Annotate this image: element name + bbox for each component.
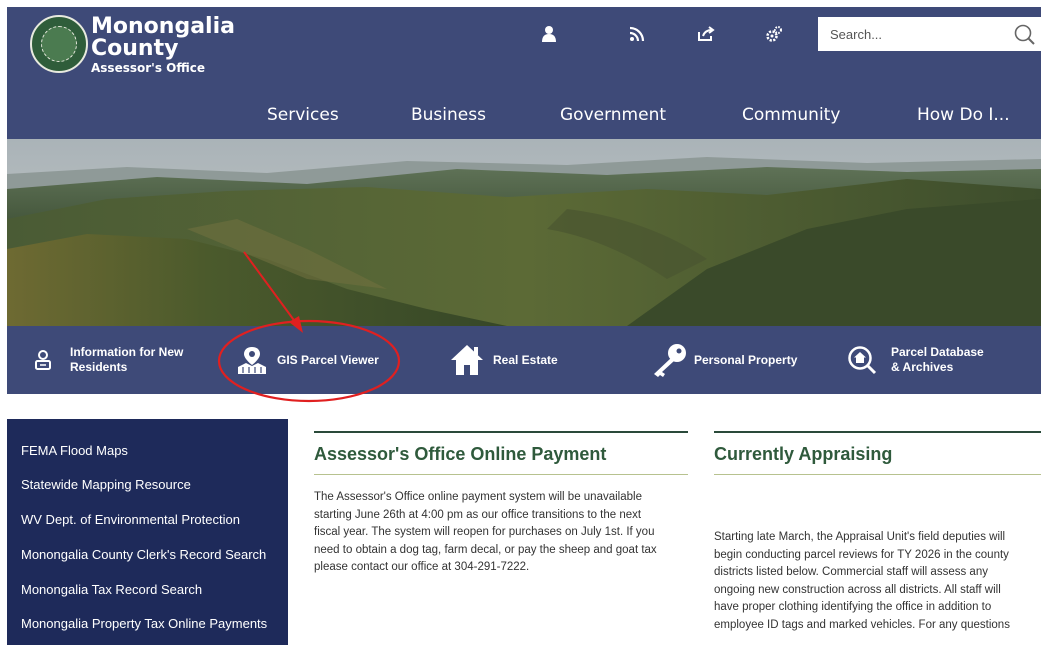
sidebar-item-clerk-record-search[interactable]: Monongalia County Clerk's Record Search (21, 547, 266, 563)
quicklink-new-residents-line2: Residents (70, 360, 128, 374)
article-online-payment-body: The Assessor's Office online payment sys… (314, 489, 694, 577)
county-seal-inner (41, 26, 77, 62)
payment-line-5: please contact our office at 304-291-722… (314, 561, 530, 573)
county-seal-logo[interactable] (30, 15, 88, 73)
appraising-line-3: districts listed below. Commercial staff… (714, 566, 988, 578)
sidebar-item-tax-record-search[interactable]: Monongalia Tax Record Search (21, 582, 202, 598)
nav-services[interactable]: Services (267, 104, 339, 126)
sidebar-item-statewide-mapping[interactable]: Statewide Mapping Resource (21, 477, 191, 493)
person-icon (34, 349, 52, 371)
quicklink-parcel-database-line2: & Archives (891, 360, 954, 374)
sidebar-item-fema-flood-maps[interactable]: FEMA Flood Maps (21, 443, 128, 459)
payment-line-1: The Assessor's Office online payment sys… (314, 491, 642, 503)
article-online-payment: Assessor's Office Online Payment The Ass… (314, 431, 688, 645)
payment-line-4: need to obtain a dog tag, farm decal, or… (314, 543, 657, 556)
rss-icon[interactable] (626, 23, 648, 45)
quicklink-gis-label: GIS Parcel Viewer (277, 352, 379, 367)
nav-how-do-i[interactable]: How Do I... (917, 104, 1010, 126)
house-icon (449, 343, 485, 377)
site-header: Monongalia County Assessor's Office Serv… (7, 7, 1041, 139)
payment-line-2: starting June 26th at 4:00 pm as our off… (314, 508, 642, 521)
share-icon[interactable] (695, 23, 717, 45)
appraising-line-1: Starting late March, the Appraisal Unit'… (714, 531, 1006, 543)
nav-community[interactable]: Community (742, 104, 840, 126)
quick-links-bar: Information for New Residents GIS Parcel… (7, 326, 1041, 394)
appraising-line-4: ongoing new construction across all dist… (714, 583, 1001, 596)
site-title-line1: Monongalia (91, 14, 235, 39)
article-currently-appraising: Currently Appraising Starting late March… (714, 431, 1041, 645)
quicklink-parcel-database-line1: Parcel Database (891, 345, 984, 359)
article-currently-appraising-title: Currently Appraising (714, 444, 893, 464)
site-title[interactable]: Monongalia County Assessor's Office (91, 16, 235, 76)
site-title-line3: Assessor's Office (91, 61, 205, 75)
quicklink-personal-property-label: Personal Property (694, 352, 798, 367)
article-online-payment-title: Assessor's Office Online Payment (314, 444, 607, 464)
appraising-line-5: have proper clothing identifying the off… (714, 601, 992, 613)
search-icon[interactable] (1013, 23, 1037, 47)
payment-line-3: fiscal year. The system will reopen for … (314, 526, 655, 538)
sidebar-links: FEMA Flood Maps Statewide Mapping Resour… (7, 419, 288, 645)
quicklink-personal-property[interactable]: Personal Property (650, 326, 797, 394)
quicklink-new-residents-line1: Information for New (70, 345, 184, 359)
article-online-payment-divider (314, 474, 688, 475)
quicklink-real-estate[interactable]: Real Estate (449, 326, 558, 394)
key-icon (650, 342, 688, 378)
map-pin-icon (235, 345, 269, 375)
search-box (818, 17, 1041, 51)
appraising-line-6: employee ID tags and marked vehicles. Fo… (714, 618, 1010, 631)
article-currently-appraising-divider (714, 474, 1041, 475)
nav-government[interactable]: Government (560, 104, 666, 126)
hero-landscape-image (7, 139, 1041, 326)
quicklink-parcel-database[interactable]: Parcel Database & Archives (847, 326, 984, 394)
quicklink-new-residents[interactable]: Information for New Residents (34, 326, 183, 394)
site-title-line2: County (91, 36, 179, 61)
article-currently-appraising-body: Starting late March, the Appraisal Unit'… (714, 529, 1041, 634)
user-icon[interactable] (538, 23, 560, 45)
quicklink-gis-parcel-viewer[interactable]: GIS Parcel Viewer (235, 326, 379, 394)
sidebar-item-wv-dep[interactable]: WV Dept. of Environmental Protection (21, 512, 240, 528)
search-house-icon (847, 345, 877, 375)
appraising-line-2: begin conducting parcel reviews for TY 2… (714, 548, 1009, 561)
settings-icon[interactable] (763, 23, 785, 45)
sidebar-item-property-tax-payments[interactable]: Monongalia Property Tax Online Payments (21, 616, 267, 632)
nav-business[interactable]: Business (411, 104, 486, 126)
quicklink-real-estate-label: Real Estate (493, 352, 558, 367)
search-input[interactable] (818, 17, 998, 51)
